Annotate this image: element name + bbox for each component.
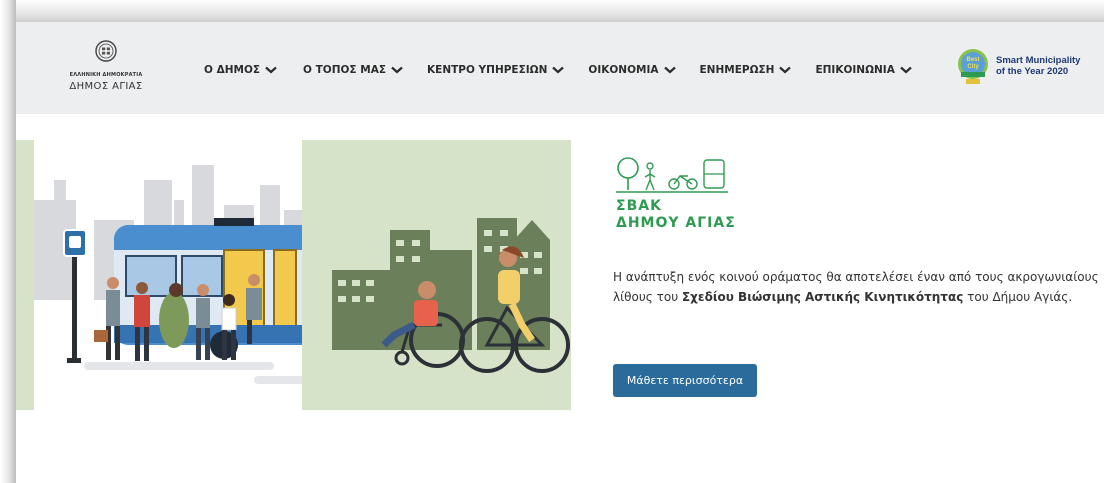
sbak-title-line-2: ΔΗΜΟΥ ΑΓΙΑΣ [616, 215, 736, 231]
nav-item-label: ΕΠΙΚΟΙΝΩΝΙΑ [815, 64, 895, 76]
award-line-2: of the Year 2020 [996, 66, 1069, 77]
chevron-down-icon [265, 66, 277, 74]
sbak-logo: ΣΒΑΚ ΔΗΜΟΥ ΑΓΙΑΣ [616, 156, 736, 236]
intro-paragraph: Η ανάπτυξη ενός κοινού οράματος θα αποτε… [613, 267, 1103, 307]
page: ΕΛΛΗΝΙΚΗ ΔΗΜΟΚΡΑΤΙΑ ΔΗΜΟΣ ΑΓΙΑΣ Ο ΔΗΜΟΣ … [16, 22, 1104, 483]
chevron-down-icon [391, 66, 403, 74]
nav-item-epikoinonia[interactable]: ΕΠΙΚΟΙΝΩΝΙΑ [815, 64, 912, 76]
sustainable-mobility-icon [616, 157, 728, 193]
nav-item-kentro-ypiresion[interactable]: ΚΕΝΤΡΟ ΥΠΗΡΕΣΙΩΝ [427, 64, 565, 76]
learn-more-button[interactable]: Μάθετε περισσότερα [613, 364, 757, 397]
nav-item-label: Ο ΤΟΠΟΣ ΜΑΣ [303, 64, 387, 76]
award-text: Smart Municipality of the Year 2020 [996, 55, 1080, 78]
chevron-down-icon [552, 66, 565, 74]
intro-text-part-2: του Δήμου Αγιάς. [963, 290, 1073, 304]
svg-text:Best: Best [966, 57, 979, 63]
nav-item-o-dimos[interactable]: Ο ΔΗΜΟΣ [204, 64, 277, 76]
intro-text-bold: Σχεδίου Βιώσιμης Αστικής Κινητικότητας [681, 290, 964, 304]
nav-item-label: Ο ΔΗΜΟΣ [204, 64, 261, 76]
coat-of-arms-icon [95, 40, 117, 62]
nav-item-label: ΚΕΝΤΡΟ ΥΠΗΡΕΣΙΩΝ [427, 64, 548, 76]
window-left-shadow [0, 0, 16, 483]
nav-item-oikonomia[interactable]: ΟΙΚΟΝΟΜΙΑ [588, 64, 676, 76]
previous-slide-edge [16, 140, 34, 410]
chevron-down-icon [779, 66, 792, 74]
chevron-down-icon [663, 66, 676, 74]
bicycle-wheelchair-illustration [302, 140, 571, 410]
site-header: ΕΛΛΗΝΙΚΗ ΔΗΜΟΚΡΑΤΙΑ ΔΗΜΟΣ ΑΓΙΑΣ Ο ΔΗΜΟΣ … [16, 22, 1104, 114]
svg-text:City: City [967, 64, 979, 70]
site-logo[interactable]: ΕΛΛΗΝΙΚΗ ΔΗΜΟΚΡΑΤΙΑ ΔΗΜΟΣ ΑΓΙΑΣ [56, 40, 156, 92]
nav-item-enimerosi[interactable]: ΕΝΗΜΕΡΩΣΗ [700, 64, 792, 76]
nav-item-o-topos-mas[interactable]: Ο ΤΟΠΟΣ ΜΑΣ [303, 64, 403, 76]
nav-item-label: ΟΙΚΟΝΟΜΙΑ [588, 64, 659, 76]
chevron-down-icon [900, 66, 912, 74]
bus-stop-illustration [34, 140, 320, 410]
nav-item-label: ΕΝΗΜΕΡΩΣΗ [699, 64, 775, 76]
logo-municipality-name: ΔΗΜΟΣ ΑΓΙΑΣ [69, 81, 143, 92]
sbak-title-line-1: ΣΒΑΚ [616, 198, 662, 214]
best-city-award-badge-icon: Best City [958, 49, 988, 84]
main-nav: Ο ΔΗΜΟΣ Ο ΤΟΠΟΣ ΜΑΣ ΚΕΝΤΡΟ ΥΠΗΡΕΣΙΩΝ ΟΙΚ… [204, 62, 936, 78]
smart-municipality-award[interactable]: Best City Smart Municipality of the Year… [956, 48, 1080, 86]
window-top-shadow [0, 0, 1104, 22]
logo-subtitle: ΕΛΛΗΝΙΚΗ ΔΗΜΟΚΡΑΤΙΑ [69, 72, 143, 78]
